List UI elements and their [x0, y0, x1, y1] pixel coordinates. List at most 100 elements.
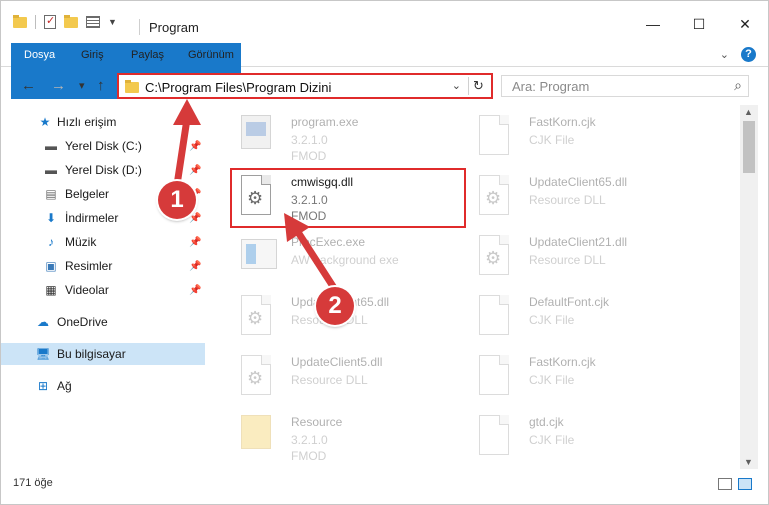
- file-item[interactable]: ProcExec.exe AW background exe: [221, 229, 451, 285]
- pin-icon[interactable]: 📌: [189, 165, 201, 176]
- file-item[interactable]: gtd.cjk CJK File: [459, 409, 689, 465]
- sidebar-item-local-disk-d[interactable]: ▬ Yerel Disk (D:) 📌: [1, 159, 205, 181]
- scrollbar-thumb[interactable]: [743, 121, 755, 173]
- sidebar-item-label: OneDrive: [57, 315, 108, 329]
- highlight-box: [230, 168, 466, 228]
- file-description: AW background exe: [291, 253, 399, 267]
- scroll-up-icon[interactable]: ▲: [744, 107, 753, 117]
- sidebar-item-onedrive[interactable]: ☁ OneDrive: [1, 311, 205, 333]
- quick-access-toolbar: ▼: [13, 14, 117, 29]
- file-item[interactable]: FastKorn.cjk CJK File: [459, 109, 689, 165]
- address-bar[interactable]: C:\Program Files\Program Dizini ⌄ ↻: [117, 73, 493, 99]
- folder-icon[interactable]: [13, 14, 27, 28]
- tiles-view-icon[interactable]: [738, 478, 752, 490]
- pin-icon[interactable]: 📌: [189, 213, 201, 224]
- sidebar-item-label: Bu bilgisayar: [57, 347, 126, 361]
- search-icon[interactable]: ⌕: [734, 77, 742, 94]
- file-item[interactable]: ⚙ UpdateClient65.dll Resource DLL: [459, 169, 689, 225]
- back-button[interactable]: ←: [21, 77, 36, 94]
- view-toggle: [718, 478, 752, 490]
- address-history-chevron-icon[interactable]: ⌄: [452, 79, 461, 92]
- chevron-down-icon[interactable]: ⌄: [720, 48, 729, 61]
- forward-button[interactable]: →: [51, 77, 66, 94]
- sidebar-item-quick-access[interactable]: ★ Hızlı erişim: [1, 111, 205, 133]
- sidebar-item-label: İndirmeler: [65, 211, 119, 225]
- navigation-pane: ★ Hızlı erişim ▬ Yerel Disk (C:) 📌 ▬ Yer…: [1, 109, 207, 469]
- dll-gear-icon: ⚙: [241, 295, 277, 339]
- sidebar-item-network[interactable]: ⊞ Ağ: [1, 375, 205, 397]
- tab-home[interactable]: Giriş: [71, 43, 114, 67]
- pin-icon[interactable]: 📌: [189, 237, 201, 248]
- ribbon-controls: ⌄ ?: [720, 47, 756, 62]
- document-icon: [479, 295, 515, 339]
- minimize-button[interactable]: —: [630, 9, 676, 39]
- pin-icon[interactable]: 📌: [189, 141, 201, 152]
- file-name: Resource: [291, 415, 343, 429]
- pictures-icon: ▣: [45, 259, 57, 273]
- up-button[interactable]: ↑: [97, 77, 105, 94]
- title-bar: ▼ Program — ☐ ✕: [1, 1, 768, 41]
- help-button[interactable]: ?: [741, 47, 756, 62]
- document-icon: [479, 355, 515, 399]
- navigation-bar: ← → ▾ ↑ C:\Program Files\Program Dizini …: [1, 69, 768, 103]
- dll-gear-icon: ⚙: [479, 175, 515, 219]
- document-icon: [479, 115, 515, 159]
- window-title: Program: [149, 20, 199, 35]
- tab-view[interactable]: Görünüm: [178, 43, 244, 67]
- properties-icon[interactable]: [44, 14, 56, 29]
- close-button[interactable]: ✕: [722, 9, 768, 39]
- sidebar-item-local-disk-c[interactable]: ▬ Yerel Disk (C:) 📌: [1, 135, 205, 157]
- sidebar-item-this-pc[interactable]: 🖥 Bu bilgisayar: [1, 343, 205, 365]
- customize-toolbar-chevron-icon[interactable]: ▼: [108, 17, 117, 27]
- file-name: ProcExec.exe: [291, 235, 366, 249]
- view-options-icon[interactable]: [86, 16, 100, 28]
- sidebar-item-label: Yerel Disk (D:): [65, 163, 142, 177]
- vertical-scrollbar[interactable]: ▲ ▼: [740, 105, 758, 469]
- recent-locations-button[interactable]: ▾: [79, 79, 85, 92]
- sidebar-item-label: Hızlı erişim: [57, 115, 117, 129]
- file-name: UpdateClient65.dll: [529, 175, 628, 189]
- refresh-button[interactable]: ↻: [468, 77, 488, 95]
- file-type: CJK File: [529, 373, 575, 387]
- scroll-down-icon[interactable]: ▼: [744, 457, 753, 467]
- sidebar-item-music[interactable]: ♪ Müzik 📌: [1, 231, 205, 253]
- sidebar-item-label: Resimler: [65, 259, 113, 273]
- search-box[interactable]: Ara: Program ⌕: [501, 75, 749, 97]
- sidebar-item-label: Ağ: [57, 379, 72, 393]
- pin-icon[interactable]: 📌: [189, 285, 201, 296]
- maximize-button[interactable]: ☐: [676, 9, 722, 39]
- ribbon-tabs: Dosya Giriş Paylaş Görünüm ⌄ ?: [1, 43, 768, 99]
- file-item[interactable]: DefaultFont.cjk CJK File: [459, 289, 689, 345]
- music-icon: ♪: [48, 235, 54, 249]
- dll-gear-icon: ⚙: [241, 355, 277, 399]
- file-item[interactable]: ⚙ UpdateClient5.dll Resource DLL: [221, 349, 451, 405]
- sidebar-item-label: Müzik: [65, 235, 97, 249]
- callout-1: 1: [158, 181, 196, 219]
- file-type: CJK File: [529, 313, 575, 327]
- details-view-icon[interactable]: [718, 478, 732, 490]
- dll-gear-icon: ⚙: [479, 235, 515, 279]
- file-item[interactable]: Resource 3.2.1.0 FMOD: [221, 409, 451, 465]
- sidebar-item-videos[interactable]: ▦ Videolar 📌: [1, 279, 205, 301]
- exe-icon: [241, 115, 277, 159]
- file-item[interactable]: ⚙ UpdateClient21.dll Resource DLL: [459, 229, 689, 285]
- documents-icon: ▤: [45, 187, 57, 201]
- computer-icon: 🖥: [35, 347, 51, 361]
- item-count: 171 öğe: [13, 477, 53, 489]
- sidebar-item-label: Belgeler: [65, 187, 110, 201]
- file-type: CJK File: [529, 433, 575, 447]
- window-exe-icon: [241, 235, 277, 279]
- sidebar-item-pictures[interactable]: ▣ Resimler 📌: [1, 255, 205, 277]
- cloud-icon: ☁: [37, 315, 49, 329]
- pin-icon[interactable]: 📌: [189, 261, 201, 272]
- drive-icon: ▬: [45, 139, 57, 153]
- tab-share[interactable]: Paylaş: [121, 43, 174, 67]
- download-icon: ⬇: [45, 211, 57, 225]
- file-version: 3.2.1.0: [291, 433, 328, 447]
- file-item[interactable]: FastKorn.cjk CJK File: [459, 349, 689, 405]
- file-name: program.exe: [291, 115, 359, 129]
- new-folder-icon[interactable]: [64, 14, 78, 28]
- sidebar-item-label: Yerel Disk (C:): [65, 139, 142, 153]
- address-path[interactable]: C:\Program Files\Program Dizini: [145, 80, 331, 95]
- file-item[interactable]: program.exe 3.2.1.0 FMOD: [221, 109, 451, 165]
